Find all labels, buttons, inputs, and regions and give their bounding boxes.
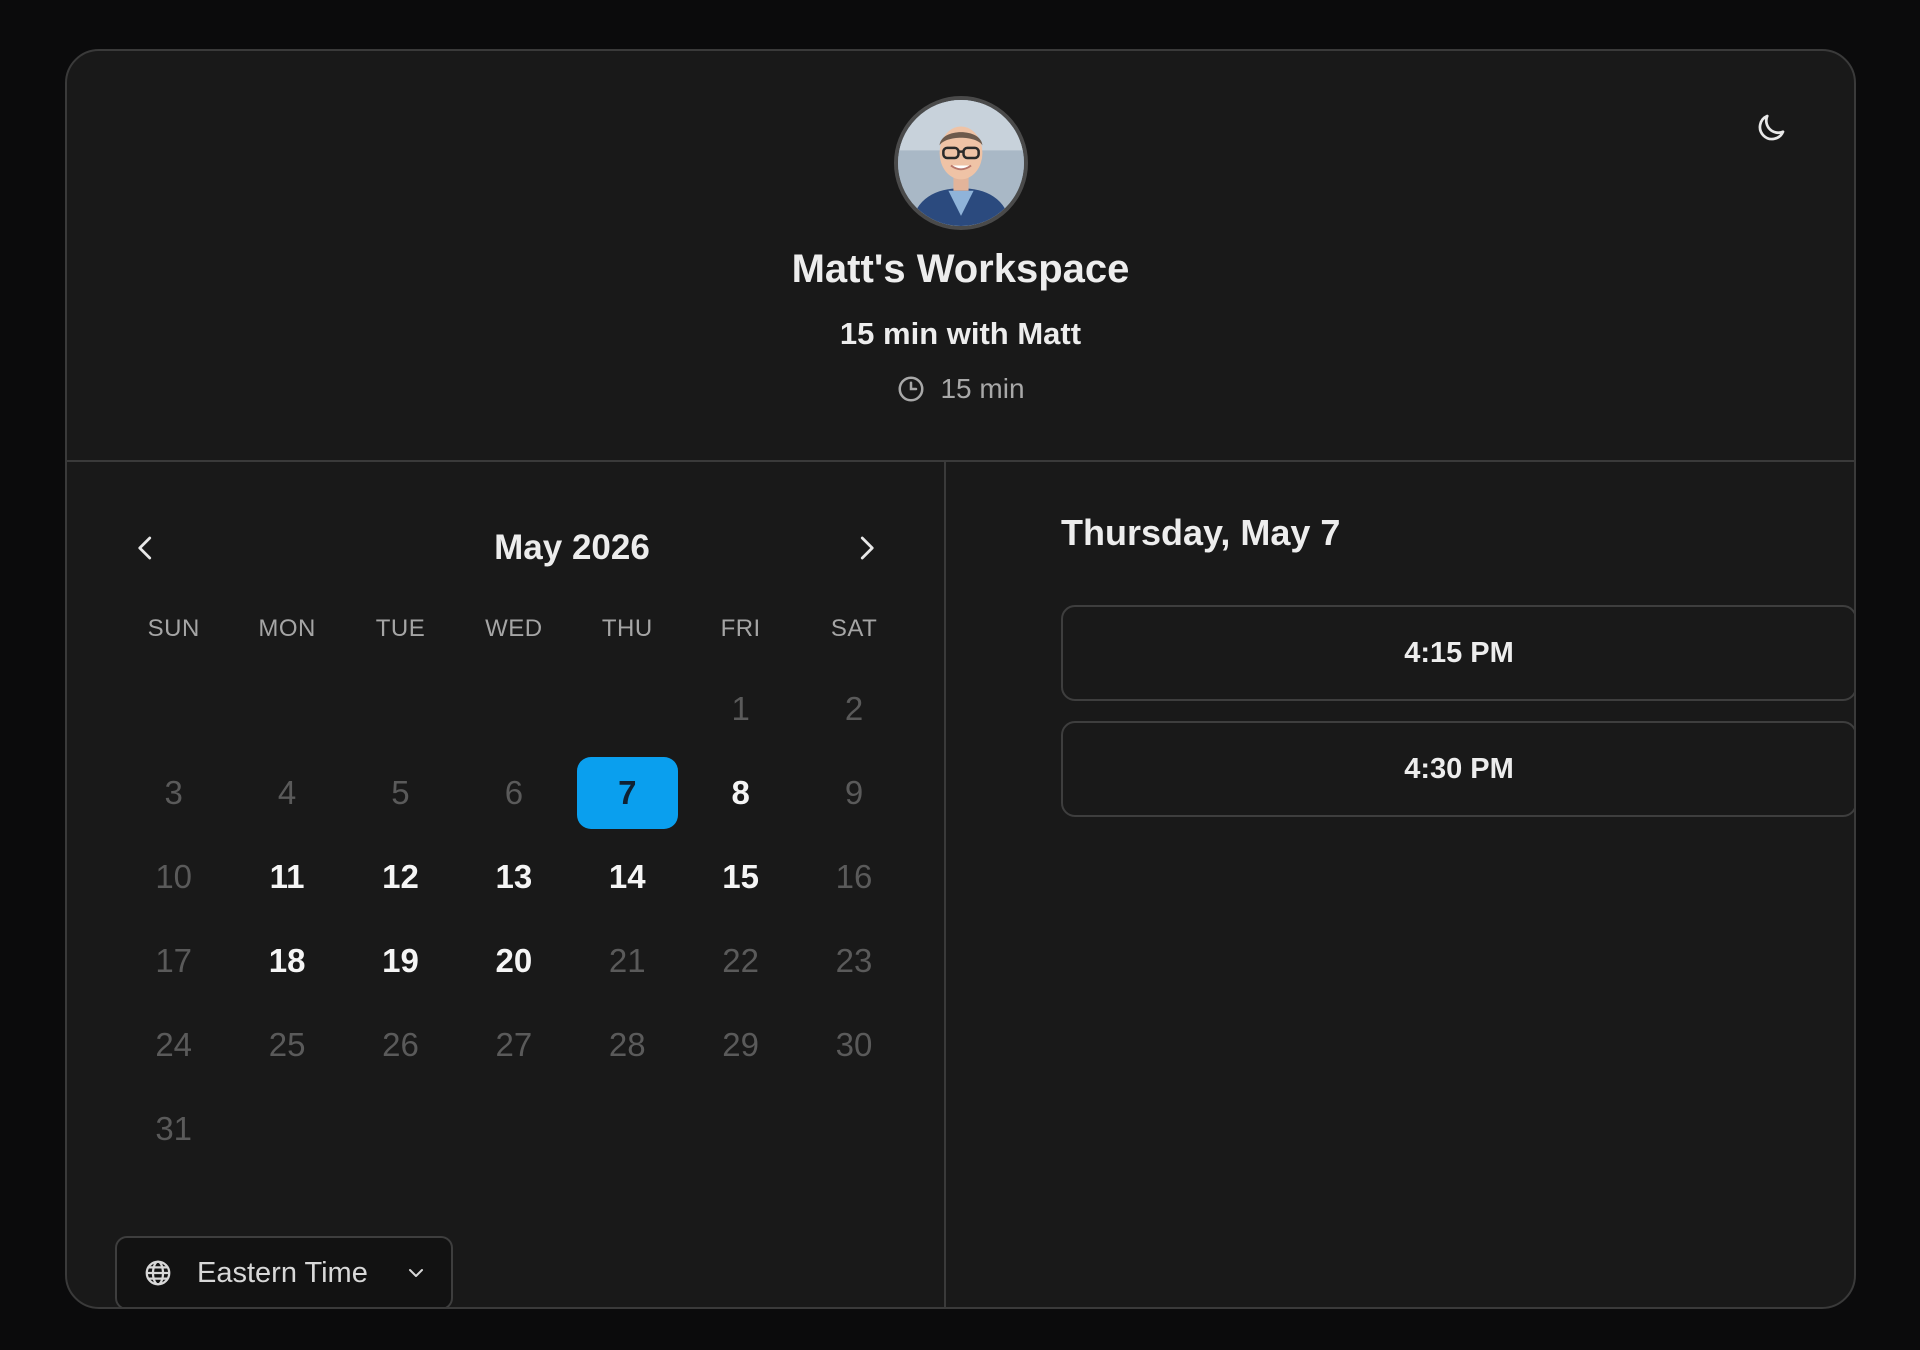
calendar-day-unavailable: 24 <box>117 1003 230 1087</box>
calendar-day-unavailable: 26 <box>344 1003 457 1087</box>
calendar-blank-cell <box>571 667 684 751</box>
calendar-day-unavailable: 17 <box>117 919 230 1003</box>
month-label: May 2026 <box>494 528 650 567</box>
calendar-day-unavailable: 5 <box>344 751 457 835</box>
calendar-blank-cell <box>344 667 457 751</box>
calendar-day-unavailable: 27 <box>457 1003 570 1087</box>
calendar-day-number: 31 <box>155 1110 193 1147</box>
clock-icon <box>898 376 924 402</box>
calendar-day-number: 20 <box>495 942 533 979</box>
timezone-select[interactable]: Eastern Time <box>115 1236 453 1307</box>
calendar-day-number: 12 <box>382 858 419 895</box>
calendar-blank-cell <box>457 667 570 751</box>
calendar-day-unavailable: 6 <box>457 751 570 835</box>
calendar-day-number: 19 <box>382 942 419 979</box>
chevron-down-icon <box>408 1269 423 1277</box>
booking-header: Matt's Workspace 15 min with Matt 15 min <box>67 51 1854 462</box>
calendar-day-number: 22 <box>722 942 759 979</box>
calendar-day-unavailable: 21 <box>571 919 684 1003</box>
calendar-day-available[interactable]: 12 <box>344 835 457 919</box>
calendar-day-number: 8 <box>731 774 750 811</box>
calendar-day-available[interactable]: 14 <box>571 835 684 919</box>
calendar-day-available[interactable]: 13 <box>457 835 570 919</box>
calendar-day-number: 3 <box>164 774 183 811</box>
avatar <box>894 96 1028 230</box>
calendar-day-available[interactable]: 20 <box>457 919 570 1003</box>
calendar-day-number: 27 <box>495 1026 533 1063</box>
calendar-day-unavailable: 16 <box>797 835 910 919</box>
calendar-day-unavailable: 31 <box>117 1087 230 1171</box>
calendar-day-available[interactable]: 8 <box>684 751 797 835</box>
calendar-day-available[interactable]: 18 <box>230 919 343 1003</box>
calendar-day-number: 25 <box>268 1026 306 1063</box>
timezone-label: Eastern Time <box>197 1256 368 1289</box>
prev-month-button[interactable] <box>124 526 168 570</box>
calendar-day-number: 9 <box>844 774 864 811</box>
event-duration: 15 min <box>67 373 1854 405</box>
calendar-day-number: 18 <box>268 942 306 979</box>
calendar-day-available[interactable]: 11 <box>230 835 343 919</box>
moon-icon <box>1758 114 1785 141</box>
calendar-day-number: 26 <box>382 1026 419 1063</box>
calendar-day-number: 29 <box>722 1026 759 1063</box>
calendar-day-unavailable: 22 <box>684 919 797 1003</box>
calendar-day-number: 23 <box>835 942 873 979</box>
calendar-day-number: 4 <box>277 774 297 811</box>
calendar-day-number: 28 <box>608 1026 646 1063</box>
calendar-day-unavailable: 23 <box>797 919 910 1003</box>
chevron-right-icon <box>860 536 874 560</box>
calendar-day-selected[interactable]: 7 <box>571 751 684 835</box>
time-slot-button[interactable]: 4:30 PM <box>1061 721 1854 817</box>
event-title: 15 min with Matt <box>839 316 1082 351</box>
calendar-day-unavailable: 9 <box>797 751 910 835</box>
calendar-day-unavailable: 3 <box>117 751 230 835</box>
calendar-day-unavailable: 28 <box>571 1003 684 1087</box>
calendar-day-number: 6 <box>504 774 524 811</box>
calendar-day-unavailable: 1 <box>684 667 797 751</box>
calendar-day-number: 17 <box>155 942 193 979</box>
time-slot-button[interactable]: 4:15 PM <box>1061 605 1854 701</box>
calendar-day-number: 10 <box>155 858 193 895</box>
calendar-day-unavailable: 10 <box>117 835 230 919</box>
calendar-day-available[interactable]: 19 <box>344 919 457 1003</box>
calendar-blank-cell <box>230 667 343 751</box>
calendar-day-number: 15 <box>722 858 759 895</box>
calendar-day-number: 24 <box>155 1026 193 1063</box>
selected-date-heading: Thursday, May 7 <box>1061 512 1341 553</box>
workspace-title: Matt's Workspace <box>791 247 1130 291</box>
duration-label: 15 min <box>940 373 1025 404</box>
calendar-day-number: 16 <box>835 858 873 895</box>
calendar-day-number: 2 <box>844 690 864 727</box>
calendar-day-number: 30 <box>835 1026 873 1063</box>
calendar-day-unavailable: 2 <box>797 667 910 751</box>
avatar-image <box>898 100 1024 226</box>
booking-card: Matt's Workspace 15 min with Matt 15 min… <box>65 49 1856 1309</box>
calendar-day-unavailable: 29 <box>684 1003 797 1087</box>
calendar-day-number: 21 <box>608 942 646 979</box>
calendar-blank-cell <box>117 667 230 751</box>
calendar-day-unavailable: 4 <box>230 751 343 835</box>
theme-toggle-button[interactable] <box>1749 106 1793 150</box>
time-slots-panel: Thursday, May 7 4:15 PM 4:30 PM <box>948 462 1854 1307</box>
calendar-grid: SUN MON TUE WED THU FRI SAT 1 2 3 4 5 6 7 8 9 10 11 12 13 14… <box>117 607 911 1171</box>
calendar-day-number: 5 <box>391 774 410 811</box>
calendar-day-number: 14 <box>608 858 646 895</box>
globe-icon <box>145 1260 171 1286</box>
calendar-day-unavailable: 30 <box>797 1003 910 1087</box>
calendar-panel: May 2026 SUN MON TUE WED THU FRI SAT 1 2 3 4 5 6 7 8 9 1… <box>67 462 946 1307</box>
calendar-day-number: 13 <box>495 858 533 895</box>
calendar-day-number: 1 <box>731 690 750 727</box>
calendar-day-number: 11 <box>269 858 305 895</box>
calendar-day-unavailable: 25 <box>230 1003 343 1087</box>
chevron-left-icon <box>138 536 152 560</box>
calendar-day-number: 7 <box>576 757 678 829</box>
next-month-button[interactable] <box>844 526 888 570</box>
calendar-day-available[interactable]: 15 <box>684 835 797 919</box>
